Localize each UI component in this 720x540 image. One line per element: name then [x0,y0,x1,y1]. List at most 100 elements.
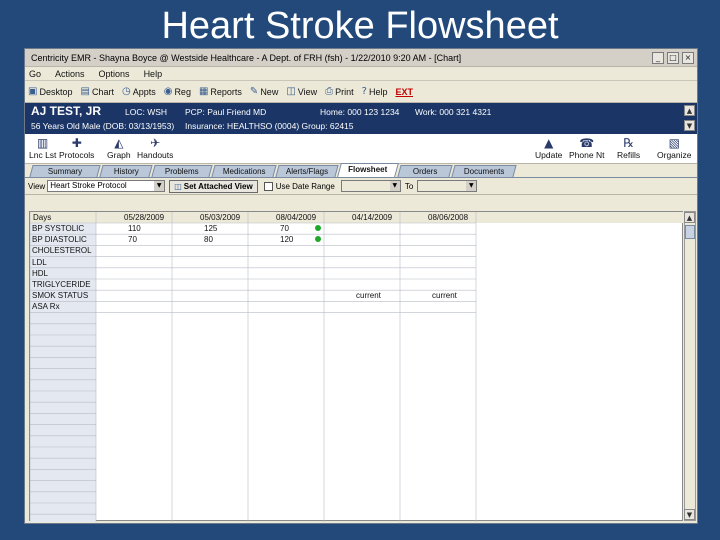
toolbar-reports-button[interactable]: ▦ Reports [199,86,242,97]
grid-row-label[interactable]: CHOLESTEROL [32,246,92,255]
menu-options[interactable]: Options [99,69,130,79]
main-toolbar: ▣ Desktop ▤ Chart ◷ Appts ◉ Reg ▦ Reports ✎ New ◫ Vie… [25,81,697,103]
patient-insurance: Insurance: HEALTHSO (0004) Group: 62415 [185,121,354,131]
view-select-value: Heart Stroke Protocol [50,181,127,190]
toolbar-appts-button[interactable]: ◷ Appts [122,86,156,97]
menu-help[interactable]: Help [144,69,163,79]
toolbar-view-button[interactable]: ◫ View [286,86,317,97]
grid-date-header[interactable]: 05/03/2009 [200,213,240,222]
close-button[interactable]: × [682,51,694,64]
appts-icon: ◷ [121,86,131,97]
menu-bar: Go Actions Options Help [25,67,697,81]
tab-alerts-flags[interactable]: Alerts/Flags [275,165,339,177]
tab-orders[interactable]: Orders [397,165,453,177]
scroll-down-icon[interactable]: ▼ [684,509,695,520]
grid-date-header[interactable]: 08/04/2009 [276,213,316,222]
iconbar-phone-note-button[interactable]: ☎ Phone Nt [569,136,604,160]
print-icon: ⎙ [325,86,334,97]
iconbar-label: Update [535,150,563,160]
emr-window: Centricity EMR - Shayna Boyce @ Westside… [24,48,698,524]
iconbar-update-button[interactable]: ▲ Update [535,136,562,160]
iconbar-protocols-button[interactable]: ✚ Protocols [59,136,94,160]
toolbar-help-button[interactable]: ? Help [362,86,388,97]
grid-value-cell[interactable]: current [356,291,381,300]
iconbar-label: Organize [657,150,692,160]
date-range-checkbox[interactable] [263,181,273,191]
toolbar-label: EXT [395,86,413,97]
iconbar-organize-button[interactable]: ▧ Organize [657,136,692,160]
grid-date-header[interactable]: 04/14/2009 [352,213,392,222]
toolbar-chart-button[interactable]: ▤ Chart [80,86,113,97]
iconbar-graph-button[interactable]: ◭ Graph [107,136,131,160]
tab-medications[interactable]: Medications [211,165,277,177]
grid-row-label[interactable]: LDL [32,258,47,267]
toolbar-desktop-button[interactable]: ▣ Desktop [28,86,72,97]
grid-row-label[interactable]: BP DIASTOLIC [32,235,87,244]
chevron-down-icon[interactable]: ▼ [466,181,477,191]
new-icon: ✎ [249,86,259,97]
patient-location: LOC: WSH [125,107,168,117]
tab-label: Alerts/Flags [285,167,328,176]
grid-row-label[interactable]: BP SYSTOLIC [32,224,84,233]
patient-banner: AJ TEST, JR LOC: WSH PCP: Paul Friend MD… [25,103,697,134]
grid-corner-days[interactable]: Days [33,213,51,222]
patient-home-phone: Home: 000 123 1234 [320,107,400,117]
grid-vertical-scrollbar[interactable]: ▲ ▼ [684,211,696,521]
iconbar-label: Handouts [137,150,174,160]
tab-history[interactable]: History [99,165,153,177]
grid-value-cell[interactable]: 70 [128,235,137,244]
banner-scroll-up-icon[interactable]: ▲ [684,105,695,116]
toolbar-label: View [297,86,318,97]
grid-value-cell[interactable]: 120 [280,235,293,244]
menu-go[interactable]: Go [29,69,41,79]
tab-summary[interactable]: Summary [29,165,101,177]
toolbar-label: Reports [210,86,242,97]
grid-value-cell[interactable]: current [432,291,457,300]
handouts-icon: ✈ [150,136,161,150]
iconbar-handouts-button[interactable]: ✈ Handouts [137,136,173,160]
banner-scroll-down-icon[interactable]: ▼ [684,120,695,131]
reg-icon: ◉ [163,86,173,97]
chart-icon: ▤ [80,86,90,97]
patient-work-phone: Work: 000 321 4321 [415,107,492,117]
scroll-up-icon[interactable]: ▲ [684,212,695,223]
grid-row-label[interactable]: TRIGLYCERIDE [32,280,91,289]
grid-value-cell[interactable]: 110 [128,224,141,233]
toolbar-reg-button[interactable]: ◉ Reg [164,86,191,97]
menu-actions[interactable]: Actions [55,69,85,79]
view-label: View [28,181,46,191]
flowsheet-grid[interactable]: Days 05/28/2009 05/03/2009 08/04/2009 04/14/… [29,211,684,522]
tab-documents[interactable]: Documents [451,165,517,177]
grid-value-cell[interactable]: 125 [204,224,217,233]
minimize-button[interactable]: _ [652,51,664,64]
date-from-field[interactable]: ▼ [340,180,401,192]
grid-value-cell[interactable]: 70 [280,224,289,233]
scroll-thumb[interactable] [685,225,695,239]
date-range-label: Use Date Range [275,181,335,191]
grid-row-label[interactable]: ASA Rx [32,302,60,311]
chevron-down-icon[interactable]: ▼ [154,181,165,191]
grid-row-label[interactable]: SMOK STATUS [32,291,88,300]
tab-flowsheet[interactable]: Flowsheet [337,163,399,177]
chevron-down-icon[interactable]: ▼ [389,181,400,191]
window-title: Centricity EMR - Shayna Boyce @ Westside… [31,52,462,63]
binoculars-icon: ◫ [174,181,182,191]
set-attached-view-button[interactable]: ◫ Set Attached View [169,179,258,193]
grid-value-cell[interactable]: 80 [204,235,213,244]
help-icon: ? [361,86,367,97]
date-to-field[interactable]: ▼ [417,180,478,192]
maximize-button[interactable]: □ [667,51,679,64]
view-select[interactable]: Heart Stroke Protocol ▼ [47,180,166,192]
iconbar-refills-button[interactable]: ℞ Refills [617,136,640,160]
iconbar-label: Refills [617,150,641,160]
grid-date-header[interactable]: 08/06/2008 [428,213,468,222]
protocols-icon: ✚ [71,136,82,150]
toolbar-print-button[interactable]: ⎙ Print [325,86,354,97]
grid-date-header[interactable]: 05/28/2009 [124,213,164,222]
iconbar-list-button[interactable]: ▥ Lnc Lst [29,136,56,160]
tab-label: Orders [412,167,438,176]
grid-row-label[interactable]: HDL [32,269,48,278]
toolbar-ext-button[interactable]: EXT [395,87,413,97]
toolbar-new-button[interactable]: ✎ New [250,86,278,97]
tab-problems[interactable]: Problems [151,165,213,177]
